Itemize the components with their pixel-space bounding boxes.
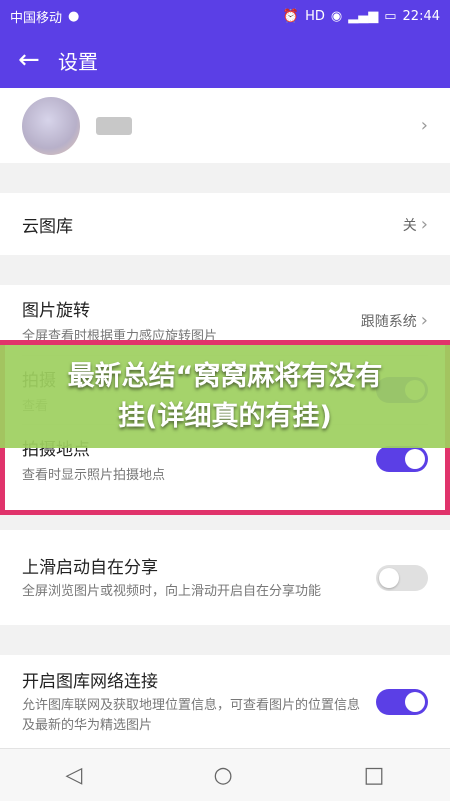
- arrow-left-icon[interactable]: ←: [18, 45, 58, 75]
- carrier-label: 中国移动: [10, 10, 63, 26]
- rotate-value: 跟随系统: [360, 313, 417, 330]
- app-bar: ← 设置: [0, 32, 450, 88]
- hd-icon: HD: [305, 8, 325, 24]
- alarm-icon: ⏰: [282, 8, 300, 24]
- back-triangle-icon[interactable]: ◁: [66, 763, 83, 788]
- cloud-gallery-value: 关: [402, 217, 417, 234]
- swipe-share-label: 上滑启动自在分享: [22, 558, 158, 578]
- signal-icon: ▂▄▆: [348, 8, 379, 24]
- status-bar: 中国移动 ● ⏰ HD ◉ ▂▄▆ ▭ 22:44: [0, 0, 450, 32]
- cloud-gallery-label: 云图库: [22, 216, 73, 237]
- chevron-right-icon: ›: [420, 115, 428, 136]
- avatar: [22, 96, 80, 155]
- network-row[interactable]: 开启图库网络连接 允许图库联网及获取地理位置信息，可查看图片的位置信息及最新的华…: [0, 655, 450, 748]
- home-circle-icon[interactable]: ○: [213, 763, 232, 788]
- recents-square-icon[interactable]: □: [364, 763, 385, 788]
- network-toggle[interactable]: [376, 688, 428, 715]
- swipe-share-row[interactable]: 上滑启动自在分享 全屏浏览图片或视频时，向上滑动开启自在分享功能: [0, 530, 450, 625]
- chevron-right-icon: ›: [420, 213, 428, 235]
- battery-icon: ▭: [384, 8, 397, 24]
- eye-icon: ◉: [330, 8, 343, 24]
- wechat-icon: ●: [68, 8, 80, 24]
- clock-time: 22:44: [402, 8, 440, 24]
- network-label: 开启图库网络连接: [22, 672, 158, 692]
- account-section[interactable]: ›: [0, 88, 450, 163]
- rotate-label: 图片旋转: [22, 301, 90, 321]
- network-sub: 允许图库联网及获取地理位置信息，可查看图片的位置信息及最新的华为精选图片: [22, 698, 361, 733]
- swipe-share-toggle[interactable]: [376, 564, 428, 591]
- chevron-right-icon: ›: [420, 309, 428, 331]
- swipe-share-sub: 全屏浏览图片或视频时，向上滑动开启自在分享功能: [22, 584, 322, 599]
- system-nav-bar: ◁ ○ □: [0, 748, 450, 801]
- account-name-blurred: [96, 116, 132, 135]
- page-title: 设置: [58, 49, 98, 74]
- promo-banner-text: 最新总结“窝窝麻将有没有挂(详细真的有挂): [67, 360, 383, 432]
- promo-banner: 最新总结“窝窝麻将有没有挂(详细真的有挂): [0, 345, 450, 448]
- cloud-gallery-row[interactable]: 云图库 关 ›: [0, 193, 450, 255]
